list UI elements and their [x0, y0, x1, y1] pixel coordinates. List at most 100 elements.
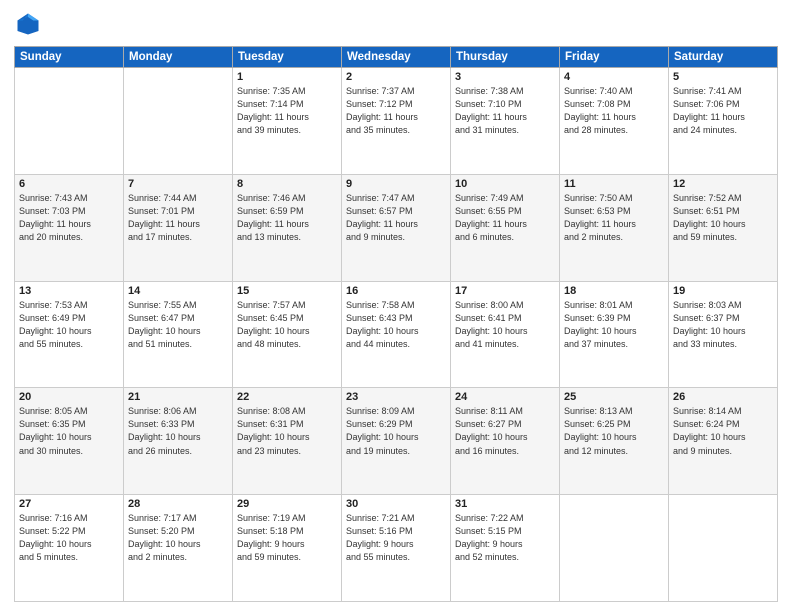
day-number: 28 — [128, 498, 228, 510]
day-number: 13 — [19, 285, 119, 297]
calendar-cell: 23Sunrise: 8:09 AM Sunset: 6:29 PM Dayli… — [342, 388, 451, 495]
day-number: 15 — [237, 285, 337, 297]
calendar-week-1: 6 Sunrise: 7:43 AM Sunset: 7:03 PM Daylig… — [15, 174, 778, 281]
day-info: Sunrise: 8:03 AM Sunset: 6:37 PM Dayligh… — [673, 299, 773, 351]
day-info: Sunrise: 7:57 AM Sunset: 6:45 PM Dayligh… — [237, 299, 337, 351]
day-number: 30 — [346, 498, 446, 510]
calendar-cell: 21 Sunrise: 8:06 AM Sunset: 6:33 PM Dayli… — [124, 388, 233, 495]
day-info: Sunrise: 7:19 AM Sunset: 5:18 PM Dayligh… — [237, 512, 337, 564]
calendar-cell — [560, 495, 669, 602]
day-info: Sunrise: 7:40 AM Sunset: 7:08 PM Dayligh… — [564, 85, 664, 137]
weekday-header-monday: Monday — [124, 47, 233, 68]
day-info: Sunrise: 7:44 AM Sunset: 7:01 PM Dayligh… — [128, 192, 228, 244]
calendar-cell: 30 Sunrise: 7:21 AM Sunset: 5:16 PM Dayli… — [342, 495, 451, 602]
calendar-week-2: 13 Sunrise: 7:53 AM Sunset: 6:49 PM Dayli… — [15, 281, 778, 388]
weekday-header-friday: Friday — [560, 47, 669, 68]
day-number: 16 — [346, 285, 446, 297]
day-info: Sunrise: 7:38 AM Sunset: 7:10 PM Dayligh… — [455, 85, 555, 137]
day-info: Sunrise: 7:49 AM Sunset: 6:55 PM Dayligh… — [455, 192, 555, 244]
calendar-cell: 24 Sunrise: 8:11 AM Sunset: 6:27 PM Dayli… — [451, 388, 560, 495]
weekday-header-row: SundayMondayTuesdayWednesdayThursdayFrid… — [15, 47, 778, 68]
day-info: Sunrise: 7:50 AM Sunset: 6:53 PM Dayligh… — [564, 192, 664, 244]
day-number: 11 — [564, 178, 664, 190]
calendar-cell: 5 Sunrise: 7:41 AM Sunset: 7:06 PM Daylig… — [669, 68, 778, 175]
calendar-week-3: 20 Sunrise: 8:05 AM Sunset: 6:35 PM Dayli… — [15, 388, 778, 495]
day-info: Sunrise: 8:05 AM Sunset: 6:35 PM Dayligh… — [19, 405, 119, 457]
day-info: Sunrise: 7:52 AM Sunset: 6:51 PM Dayligh… — [673, 192, 773, 244]
calendar-cell: 11 Sunrise: 7:50 AM Sunset: 6:53 PM Dayli… — [560, 174, 669, 281]
weekday-header-saturday: Saturday — [669, 47, 778, 68]
day-number: 1 — [237, 71, 337, 83]
day-info: Sunrise: 7:47 AM Sunset: 6:57 PM Dayligh… — [346, 192, 446, 244]
day-info: Sunrise: 7:21 AM Sunset: 5:16 PM Dayligh… — [346, 512, 446, 564]
day-number: 24 — [455, 391, 555, 403]
weekday-header-sunday: Sunday — [15, 47, 124, 68]
day-number: 12 — [673, 178, 773, 190]
day-info: Sunrise: 7:22 AM Sunset: 5:15 PM Dayligh… — [455, 512, 555, 564]
calendar-cell: 3 Sunrise: 7:38 AM Sunset: 7:10 PM Daylig… — [451, 68, 560, 175]
day-info: Sunrise: 8:14 AM Sunset: 6:24 PM Dayligh… — [673, 405, 773, 457]
day-number: 7 — [128, 178, 228, 190]
logo — [14, 10, 46, 38]
day-number: 17 — [455, 285, 555, 297]
calendar-cell: 16 Sunrise: 7:58 AM Sunset: 6:43 PM Dayli… — [342, 281, 451, 388]
calendar-cell — [669, 495, 778, 602]
calendar-cell: 29Sunrise: 7:19 AM Sunset: 5:18 PM Dayli… — [233, 495, 342, 602]
calendar-cell: 18Sunrise: 8:01 AM Sunset: 6:39 PM Dayli… — [560, 281, 669, 388]
weekday-header-tuesday: Tuesday — [233, 47, 342, 68]
calendar-cell: 6 Sunrise: 7:43 AM Sunset: 7:03 PM Daylig… — [15, 174, 124, 281]
calendar-cell: 19 Sunrise: 8:03 AM Sunset: 6:37 PM Dayli… — [669, 281, 778, 388]
day-info: Sunrise: 7:17 AM Sunset: 5:20 PM Dayligh… — [128, 512, 228, 564]
calendar-table: SundayMondayTuesdayWednesdayThursdayFrid… — [14, 46, 778, 602]
day-number: 31 — [455, 498, 555, 510]
calendar-week-0: 1Sunrise: 7:35 AM Sunset: 7:14 PM Daylig… — [15, 68, 778, 175]
day-info: Sunrise: 7:53 AM Sunset: 6:49 PM Dayligh… — [19, 299, 119, 351]
calendar-cell: 8 Sunrise: 7:46 AM Sunset: 6:59 PM Daylig… — [233, 174, 342, 281]
day-number: 6 — [19, 178, 119, 190]
day-info: Sunrise: 8:08 AM Sunset: 6:31 PM Dayligh… — [237, 405, 337, 457]
day-number: 4 — [564, 71, 664, 83]
calendar-cell: 13 Sunrise: 7:53 AM Sunset: 6:49 PM Dayli… — [15, 281, 124, 388]
calendar-cell: 28 Sunrise: 7:17 AM Sunset: 5:20 PM Dayli… — [124, 495, 233, 602]
calendar-cell: 4 Sunrise: 7:40 AM Sunset: 7:08 PM Daylig… — [560, 68, 669, 175]
day-number: 2 — [346, 71, 446, 83]
calendar-cell: 9 Sunrise: 7:47 AM Sunset: 6:57 PM Daylig… — [342, 174, 451, 281]
calendar-page: SundayMondayTuesdayWednesdayThursdayFrid… — [0, 0, 792, 612]
day-number: 20 — [19, 391, 119, 403]
day-info: Sunrise: 8:13 AM Sunset: 6:25 PM Dayligh… — [564, 405, 664, 457]
calendar-cell: 20 Sunrise: 8:05 AM Sunset: 6:35 PM Dayli… — [15, 388, 124, 495]
day-number: 19 — [673, 285, 773, 297]
calendar-cell: 7 Sunrise: 7:44 AM Sunset: 7:01 PM Daylig… — [124, 174, 233, 281]
day-number: 5 — [673, 71, 773, 83]
day-number: 26 — [673, 391, 773, 403]
weekday-header-wednesday: Wednesday — [342, 47, 451, 68]
calendar-cell: 10 Sunrise: 7:49 AM Sunset: 6:55 PM Dayli… — [451, 174, 560, 281]
calendar-cell — [124, 68, 233, 175]
day-number: 27 — [19, 498, 119, 510]
calendar-cell: 27 Sunrise: 7:16 AM Sunset: 5:22 PM Dayli… — [15, 495, 124, 602]
day-number: 3 — [455, 71, 555, 83]
calendar-week-4: 27 Sunrise: 7:16 AM Sunset: 5:22 PM Dayli… — [15, 495, 778, 602]
day-info: Sunrise: 7:43 AM Sunset: 7:03 PM Dayligh… — [19, 192, 119, 244]
calendar-cell: 1Sunrise: 7:35 AM Sunset: 7:14 PM Daylig… — [233, 68, 342, 175]
day-number: 9 — [346, 178, 446, 190]
day-number: 8 — [237, 178, 337, 190]
day-number: 21 — [128, 391, 228, 403]
day-info: Sunrise: 8:11 AM Sunset: 6:27 PM Dayligh… — [455, 405, 555, 457]
day-number: 10 — [455, 178, 555, 190]
day-info: Sunrise: 8:00 AM Sunset: 6:41 PM Dayligh… — [455, 299, 555, 351]
calendar-cell: 15 Sunrise: 7:57 AM Sunset: 6:45 PM Dayli… — [233, 281, 342, 388]
day-info: Sunrise: 7:41 AM Sunset: 7:06 PM Dayligh… — [673, 85, 773, 137]
day-info: Sunrise: 7:58 AM Sunset: 6:43 PM Dayligh… — [346, 299, 446, 351]
header — [14, 10, 778, 38]
calendar-cell: 14Sunrise: 7:55 AM Sunset: 6:47 PM Dayli… — [124, 281, 233, 388]
day-info: Sunrise: 7:46 AM Sunset: 6:59 PM Dayligh… — [237, 192, 337, 244]
calendar-cell: 26 Sunrise: 8:14 AM Sunset: 6:24 PM Dayli… — [669, 388, 778, 495]
calendar-cell: 17 Sunrise: 8:00 AM Sunset: 6:41 PM Dayli… — [451, 281, 560, 388]
weekday-header-thursday: Thursday — [451, 47, 560, 68]
calendar-cell: 31 Sunrise: 7:22 AM Sunset: 5:15 PM Dayli… — [451, 495, 560, 602]
day-number: 23 — [346, 391, 446, 403]
day-info: Sunrise: 7:16 AM Sunset: 5:22 PM Dayligh… — [19, 512, 119, 564]
calendar-cell: 12 Sunrise: 7:52 AM Sunset: 6:51 PM Dayli… — [669, 174, 778, 281]
day-info: Sunrise: 8:06 AM Sunset: 6:33 PM Dayligh… — [128, 405, 228, 457]
